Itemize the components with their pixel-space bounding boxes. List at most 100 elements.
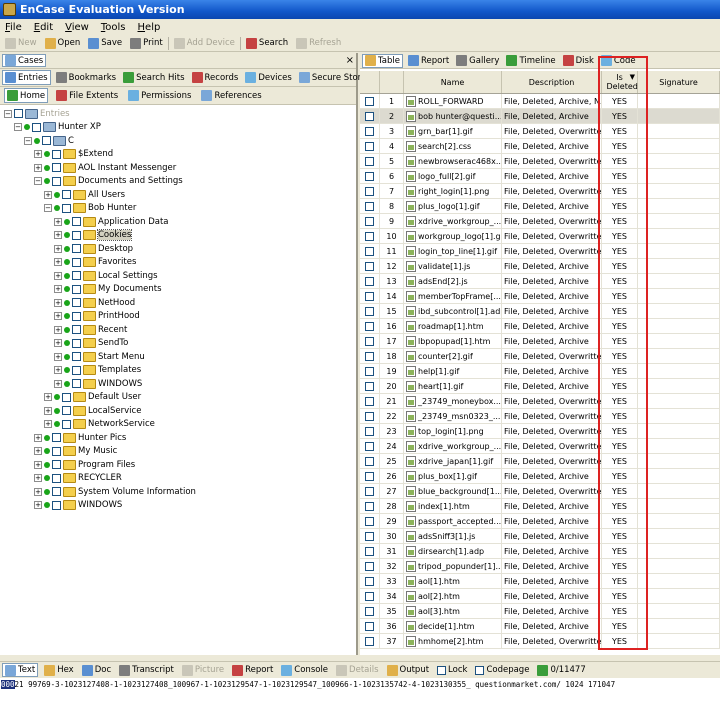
table-row[interactable]: 23 top_login[1].png File, Deleted, Overwri… — [360, 423, 720, 439]
tab-devices[interactable]: Devices — [243, 70, 294, 85]
tree-node[interactable]: + LocalService — [44, 404, 141, 417]
table-row[interactable]: 34 aol[2].htm File, Deleted, Archive YES — [360, 588, 720, 604]
header-name[interactable]: Name — [404, 71, 502, 93]
bottom-tab-report[interactable]: Report — [230, 663, 275, 677]
tree-node[interactable]: + Templates — [54, 364, 141, 377]
row-checkbox-cell[interactable] — [360, 498, 380, 514]
expand-toggle-icon[interactable]: + — [54, 379, 62, 388]
row-checkbox-cell[interactable] — [360, 618, 380, 634]
header-number[interactable] — [380, 71, 404, 93]
expand-toggle-icon[interactable]: + — [54, 271, 62, 280]
select-checkbox[interactable] — [32, 122, 41, 132]
tree-node[interactable]: + Local Settings — [54, 269, 158, 282]
select-checkbox[interactable] — [72, 325, 81, 334]
select-checkbox[interactable] — [72, 230, 81, 240]
row-checkbox[interactable] — [365, 261, 374, 271]
expand-toggle-icon[interactable]: + — [34, 460, 42, 469]
table-row[interactable]: 10 workgroup_logo[1].gif File, Deleted, Ov… — [360, 228, 720, 244]
row-checkbox[interactable] — [365, 486, 374, 496]
select-checkbox[interactable] — [52, 176, 61, 186]
table-row[interactable]: 2 bob hunter@questi... File, Deleted, Arch… — [360, 108, 720, 124]
tree-node[interactable]: + System Volume Information — [34, 485, 196, 498]
row-checkbox-cell[interactable] — [360, 138, 380, 154]
tree-node[interactable]: + Hunter Pics — [34, 431, 126, 444]
refresh-button[interactable]: Refresh — [293, 36, 344, 51]
row-checkbox[interactable] — [365, 381, 374, 391]
row-checkbox-cell[interactable] — [360, 408, 380, 424]
row-checkbox[interactable] — [365, 276, 374, 286]
table-row[interactable]: 24 xdrive_workgroup_... File, Deleted, Ove… — [360, 438, 720, 454]
row-checkbox-cell[interactable] — [360, 573, 380, 589]
tab-records[interactable]: Records — [190, 70, 241, 85]
tree-node[interactable]: + Favorites — [54, 256, 136, 269]
tab-table[interactable]: Table — [362, 53, 403, 68]
close-panel-icon[interactable]: × — [346, 55, 354, 66]
tab-timeline[interactable]: Timeline — [504, 54, 557, 68]
select-checkbox[interactable] — [52, 149, 61, 159]
select-checkbox[interactable] — [62, 419, 71, 429]
tree-node[interactable]: + WINDOWS — [34, 499, 122, 512]
tab-report[interactable]: Report — [406, 54, 451, 68]
select-checkbox[interactable] — [72, 352, 81, 361]
subtab-permissions[interactable]: Permissions — [126, 88, 193, 103]
select-checkbox[interactable] — [52, 446, 61, 456]
table-row[interactable]: 3 grn_bar[1].gif File, Deleted, Overwritte… — [360, 123, 720, 139]
select-checkbox[interactable] — [52, 433, 61, 442]
expand-toggle-icon[interactable]: + — [34, 447, 42, 455]
select-checkbox[interactable] — [52, 473, 61, 483]
table-row[interactable]: 17 lbpopupad[1].htm File, Deleted, Archive… — [360, 333, 720, 349]
table-row[interactable]: 26 plus_box[1].gif File, Deleted, Archive Y… — [360, 468, 720, 484]
tab-disk[interactable]: Disk — [561, 54, 596, 68]
row-checkbox-cell[interactable] — [360, 423, 380, 439]
table-row[interactable]: 12 validate[1].js File, Deleted, Archive YE… — [360, 258, 720, 274]
table-row[interactable]: 6 logo_full[2].gif File, Deleted, Archive Y… — [360, 168, 720, 184]
table-row[interactable]: 5 newbrowserac468x... File, Deleted, Overw… — [360, 153, 720, 169]
table-row[interactable]: 35 aol[3].htm File, Deleted, Archive YES — [360, 603, 720, 619]
expand-toggle-icon[interactable]: + — [44, 393, 52, 401]
tree-node[interactable]: − C — [24, 134, 74, 147]
row-checkbox-cell[interactable] — [360, 558, 380, 574]
tab-gallery[interactable]: Gallery — [454, 54, 501, 68]
row-checkbox[interactable] — [365, 216, 374, 226]
expand-toggle-icon[interactable]: + — [34, 501, 42, 509]
new-button[interactable]: New — [2, 36, 40, 51]
row-checkbox[interactable] — [365, 561, 374, 571]
select-checkbox[interactable] — [62, 392, 71, 402]
row-checkbox-cell[interactable] — [360, 243, 380, 259]
row-checkbox-cell[interactable] — [360, 93, 380, 109]
bottom-tab-text[interactable]: Text — [2, 663, 39, 677]
select-checkbox[interactable] — [72, 365, 81, 375]
row-checkbox-cell[interactable] — [360, 348, 380, 364]
row-checkbox-cell[interactable] — [360, 513, 380, 529]
row-checkbox[interactable] — [365, 546, 374, 556]
bottom-tab-picture[interactable]: Picture — [180, 663, 226, 677]
select-checkbox[interactable] — [62, 203, 71, 213]
select-checkbox[interactable] — [72, 311, 81, 321]
expand-toggle-icon[interactable]: + — [54, 352, 62, 361]
expand-toggle-icon[interactable]: − — [24, 136, 32, 145]
row-checkbox-cell[interactable] — [360, 123, 380, 139]
menu-help[interactable]: Help — [137, 22, 162, 33]
search-button[interactable]: Search — [243, 36, 291, 51]
expand-toggle-icon[interactable]: + — [34, 433, 42, 442]
expand-toggle-icon[interactable]: − — [4, 109, 12, 118]
tab-bookmarks[interactable]: Bookmarks — [54, 70, 119, 85]
row-checkbox-cell[interactable] — [360, 363, 380, 379]
row-checkbox[interactable] — [365, 96, 374, 106]
expand-toggle-icon[interactable]: + — [54, 258, 62, 266]
tree-node[interactable]: + NetworkService — [44, 418, 155, 431]
expand-toggle-icon[interactable]: + — [34, 163, 42, 172]
table-row[interactable]: 25 xdrive_japan[1].gif File, Deleted, Over… — [360, 453, 720, 469]
bottom-tab-output[interactable]: Output — [385, 663, 432, 677]
row-checkbox[interactable] — [365, 141, 374, 151]
row-checkbox-cell[interactable] — [360, 228, 380, 244]
select-checkbox[interactable] — [72, 244, 81, 253]
open-button[interactable]: Open — [42, 36, 84, 51]
table-row[interactable]: 15 ibd_subcontrol[1].adp File, Deleted, Ar… — [360, 303, 720, 319]
row-checkbox-cell[interactable] — [360, 528, 380, 544]
table-row[interactable]: 29 passport_accepted... File, Deleted, Arc… — [360, 513, 720, 529]
expand-toggle-icon[interactable]: + — [54, 325, 62, 334]
row-checkbox-cell[interactable] — [360, 183, 380, 199]
tree-node[interactable]: + $Extend — [34, 148, 113, 161]
table-row[interactable]: 22 _23749_msn0323_... File, Deleted, Overw… — [360, 408, 720, 424]
